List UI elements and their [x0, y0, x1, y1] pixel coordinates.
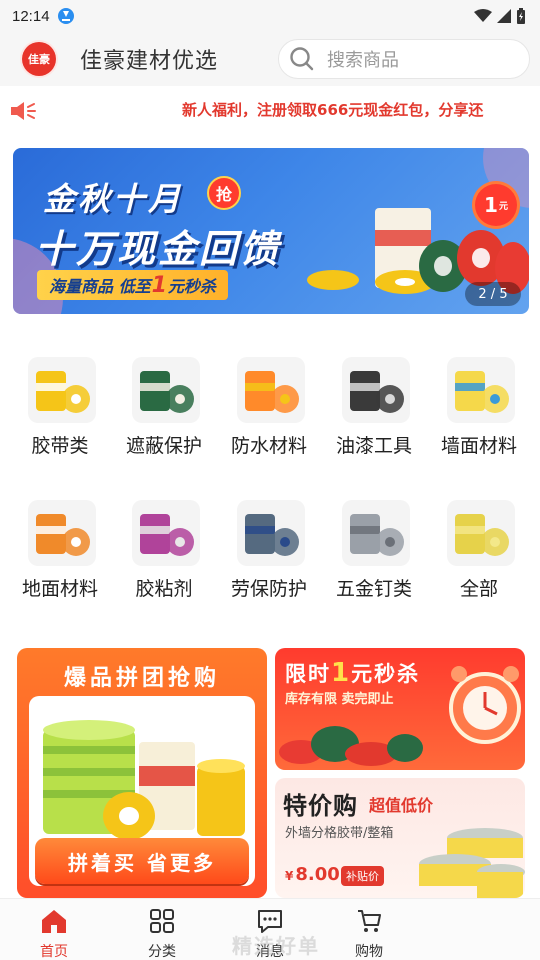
group-buy-button[interactable]: 拼着买 省更多 [35, 838, 249, 884]
nav-category-label: 分类 [148, 944, 176, 960]
search-input[interactable]: 搜索商品 [278, 39, 530, 79]
alarm-clock-tapes-image [279, 666, 521, 766]
app-header: 佳豪 佳豪建材优选 搜索商品 [0, 32, 540, 86]
banner-subheadline: 十万现金回馈 [35, 227, 282, 271]
app-title: 佳豪建材优选 [80, 49, 219, 74]
category-label: 胶带类 [31, 435, 89, 457]
banner-grab-badge: 抢 [207, 176, 241, 210]
category-safety-gear[interactable]: 劳保防护 [217, 500, 321, 620]
category-label: 胶粘剂 [135, 578, 193, 600]
category-label: 遮蔽保护 [125, 435, 202, 457]
status-bar: 12:14 [0, 0, 540, 32]
price-currency: ¥ [285, 869, 294, 883]
app-logo-text: 佳豪 [28, 53, 50, 66]
banner-strip-pre: 海量商品 低至 [49, 277, 151, 296]
special-price-tag: 超值低价 [369, 796, 434, 815]
banner-headline: 金秋十月 [43, 180, 184, 218]
group-buy-title: 爆品拼团抢购 [63, 666, 220, 691]
banner-strip-post: 元秒杀 [167, 277, 216, 296]
adhesive-icon [132, 500, 200, 566]
banner-pager: 2 / 5 [465, 282, 521, 306]
special-price-desc: 外墙分格胶带/整箱 [285, 826, 394, 841]
all-icon [447, 500, 515, 566]
nav-home-label: 首页 [40, 944, 68, 960]
category-label: 劳保防护 [230, 578, 307, 600]
speaker-icon [11, 102, 36, 120]
status-indicators [474, 8, 526, 24]
bottom-ghost-text: 精选好单 [232, 934, 320, 958]
download-icon [57, 8, 74, 24]
paint-tools-icon [342, 357, 410, 423]
search-placeholder: 搜索商品 [327, 50, 399, 71]
app-logo: 佳豪 [22, 42, 56, 76]
special-price-title: 特价购 [283, 792, 358, 820]
special-price-card[interactable]: 特价购 超值低价 外墙分格胶带/整箱 ¥8.00 补贴价 [275, 778, 525, 898]
banner-strip-num: 1 [151, 272, 167, 298]
battery-icon [517, 8, 525, 24]
banner-strip: 海量商品 低至 1 元秒杀 [37, 270, 228, 300]
category-label: 墙面材料 [440, 435, 517, 457]
category-tape[interactable]: 胶带类 [8, 357, 112, 477]
category-paint-tools[interactable]: 油漆工具 [322, 357, 426, 477]
category-waterproof[interactable]: 防水材料 [217, 357, 321, 477]
category-masking-film[interactable]: 遮蔽保护 [112, 357, 216, 477]
banner-price-badge: 1元 [475, 184, 517, 226]
search-icon [290, 47, 314, 71]
subsidy-badge: 补贴价 [341, 866, 384, 886]
home-icon [42, 910, 66, 933]
waterproof-icon [237, 357, 305, 423]
wifi-icon [474, 9, 492, 22]
tape-icon [28, 357, 96, 423]
category-label: 五金钉类 [335, 578, 412, 600]
category-wall-material[interactable]: 墙面材料 [427, 357, 531, 477]
category-label: 地面材料 [21, 578, 98, 600]
flash-sale-card[interactable]: 限时1元秒杀 库存有限 卖完即止 [275, 648, 525, 770]
status-time: 12:14 [12, 7, 50, 25]
promo-banner[interactable]: 金秋十月 抢 十万现金回馈 海量商品 低至 1 元秒杀 1元 2 / 5 [13, 148, 529, 314]
category-floor-material[interactable]: 地面材料 [8, 500, 112, 620]
notice-bar[interactable]: 新人福利，注册领取666元现金红包，分享还 [0, 88, 540, 132]
category-label: 防水材料 [230, 435, 307, 457]
nav-cart-label: 购物 [355, 944, 383, 960]
signal-icon [497, 9, 511, 23]
category-label: 油漆工具 [335, 435, 412, 457]
nav-home[interactable]: 首页 [19, 905, 89, 960]
banner-price-num: 1 [484, 193, 498, 217]
category-all[interactable]: 全部 [427, 500, 531, 620]
tape-boxes-image [419, 828, 525, 898]
category-label: 全部 [459, 578, 498, 600]
category-adhesive[interactable]: 胶粘剂 [112, 500, 216, 620]
banner-price-unit: 元 [498, 201, 508, 212]
cart-icon [358, 910, 381, 932]
nav-cart[interactable]: 购物 [334, 905, 404, 960]
group-buy-card[interactable]: 爆品拼团抢购 拼着买 省更多 [17, 648, 267, 898]
nav-category[interactable]: 分类 [127, 905, 197, 960]
masking-film-icon [132, 357, 200, 423]
grid-icon [150, 909, 174, 933]
hardware-icon [342, 500, 410, 566]
price-amount: 8.00 [295, 864, 340, 885]
category-hardware[interactable]: 五金钉类 [322, 500, 426, 620]
safety-gear-icon [237, 500, 305, 566]
special-price-value: ¥8.00 [285, 864, 340, 885]
notice-text: 新人福利，注册领取666元现金红包，分享还 [182, 101, 484, 119]
floor-material-icon [28, 500, 96, 566]
wall-material-icon [447, 357, 515, 423]
